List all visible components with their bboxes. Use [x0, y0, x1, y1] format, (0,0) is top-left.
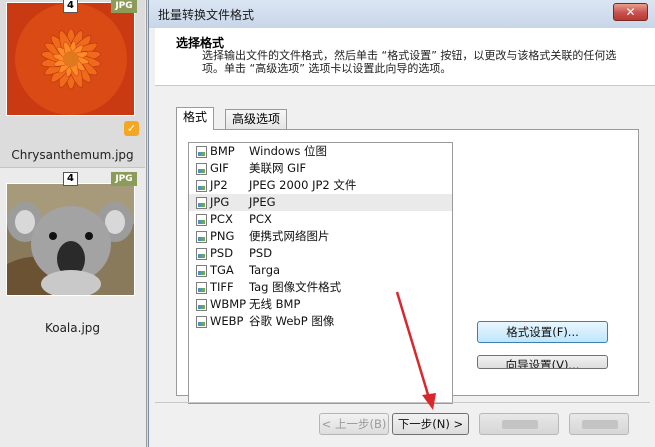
thumbnail-item[interactable]: 4 JPG Koala.jpg: [0, 168, 145, 343]
format-list-item-selected[interactable]: JPG JPEG: [189, 194, 452, 211]
format-settings-button[interactable]: 格式设置(F)...: [477, 321, 608, 343]
format-list-item[interactable]: PSD PSD: [189, 245, 452, 262]
footer-divider: [155, 402, 650, 403]
image-file-icon: [196, 299, 207, 311]
image-file-icon: [196, 248, 207, 260]
format-code: BMP: [210, 144, 235, 158]
image-count-badge: 4: [63, 0, 78, 13]
dialog-title: 批量转换文件格式: [158, 8, 255, 22]
format-description: JPEG 2000 JP2 文件: [249, 178, 357, 192]
chrysanthemum-thumbnail: [6, 2, 135, 116]
file-type-badge: JPG: [111, 0, 137, 13]
prev-button[interactable]: < 上一步(B): [319, 413, 389, 435]
format-description: Targa: [249, 263, 281, 277]
image-file-icon: [196, 146, 207, 158]
format-code: WBMP: [210, 297, 247, 311]
image-file-icon: [196, 197, 207, 209]
format-description: 便携式网络图片: [249, 229, 330, 243]
batch-convert-dialog: 批量转换文件格式 ✕ 选择格式 选择输出文件的文件格式，然后单击 “格式设置” …: [148, 0, 655, 447]
format-description: Tag 图像文件格式: [249, 280, 342, 294]
tab-advanced-options[interactable]: 高级选项: [225, 109, 288, 130]
image-file-icon: [196, 316, 207, 328]
format-description: Windows 位图: [249, 144, 327, 158]
tab-format[interactable]: 格式: [176, 107, 215, 130]
obscured-label: [582, 420, 618, 429]
step-description: 选择输出文件的文件格式，然后单击 “格式设置” 按钮，以更改与该格式关联的任何选…: [202, 49, 617, 75]
file-type-badge: JPG: [111, 172, 137, 186]
format-list-item[interactable]: JP2 JPEG 2000 JP2 文件: [189, 177, 452, 194]
format-description: 美联网 GIF: [249, 161, 307, 175]
format-code: PSD: [210, 246, 234, 260]
title-bar[interactable]: 批量转换文件格式 ✕: [149, 0, 655, 28]
wizard-settings-button[interactable]: 向导设置(V)...: [477, 355, 608, 369]
format-code: JPG: [210, 195, 230, 209]
checkmark-icon[interactable]: ✓: [124, 121, 139, 136]
close-button[interactable]: ✕: [613, 3, 648, 21]
image-file-icon: [196, 265, 207, 277]
image-file-icon: [196, 282, 207, 294]
obscured-button[interactable]: [479, 413, 559, 435]
format-list-item[interactable]: WEBP 谷歌 WebP 图像: [189, 313, 452, 330]
close-icon: ✕: [625, 5, 636, 19]
thumbnail-panel: 4 JPG ✓ Chrysanthemum.jpg 4 JPG Koala.jp…: [0, 0, 147, 447]
format-code: JP2: [210, 178, 228, 192]
format-list-item[interactable]: GIF 美联网 GIF: [189, 160, 452, 177]
format-list-item[interactable]: BMP Windows 位图: [189, 143, 452, 160]
format-description: PCX: [249, 212, 272, 226]
image-count-badge: 4: [63, 172, 78, 186]
format-list-item[interactable]: PNG 便携式网络图片: [189, 228, 452, 245]
thumbnail-filename: Koala.jpg: [44, 321, 101, 335]
obscured-button[interactable]: [569, 413, 629, 435]
format-code: WEBP: [210, 314, 244, 328]
format-list-item[interactable]: PCX PCX: [189, 211, 452, 228]
format-code: PNG: [210, 229, 235, 243]
next-button[interactable]: 下一步(N) >: [392, 413, 469, 435]
format-code: GIF: [210, 161, 229, 175]
image-file-icon: [196, 180, 207, 192]
format-description: PSD: [249, 246, 273, 260]
image-file-icon: [196, 163, 207, 175]
format-list[interactable]: BMP Windows 位图 GIF 美联网 GIF JP2 JPEG 2000 JP…: [188, 142, 453, 404]
thumbnail-filename: Chrysanthemum.jpg: [11, 148, 134, 162]
format-list-item[interactable]: TIFF Tag 图像文件格式: [189, 279, 452, 296]
thumbnail-item[interactable]: 4 JPG ✓ Chrysanthemum.jpg: [0, 0, 145, 168]
wizard-header: 选择格式 选择输出文件的文件格式，然后单击 “格式设置” 按钮，以更改与该格式关…: [155, 28, 655, 86]
obscured-label: [502, 420, 538, 429]
format-code: TIFF: [210, 280, 234, 294]
format-description: JPEG: [249, 195, 276, 209]
format-code: PCX: [210, 212, 233, 226]
format-description: 谷歌 WebP 图像: [249, 314, 335, 328]
koala-thumbnail: [6, 183, 135, 296]
format-code: TGA: [210, 263, 234, 277]
image-file-icon: [196, 231, 207, 243]
format-list-item[interactable]: TGA Targa: [189, 262, 452, 279]
image-file-icon: [196, 214, 207, 226]
format-list-item[interactable]: WBMP 无线 BMP: [189, 296, 452, 313]
format-description: 无线 BMP: [249, 297, 301, 311]
